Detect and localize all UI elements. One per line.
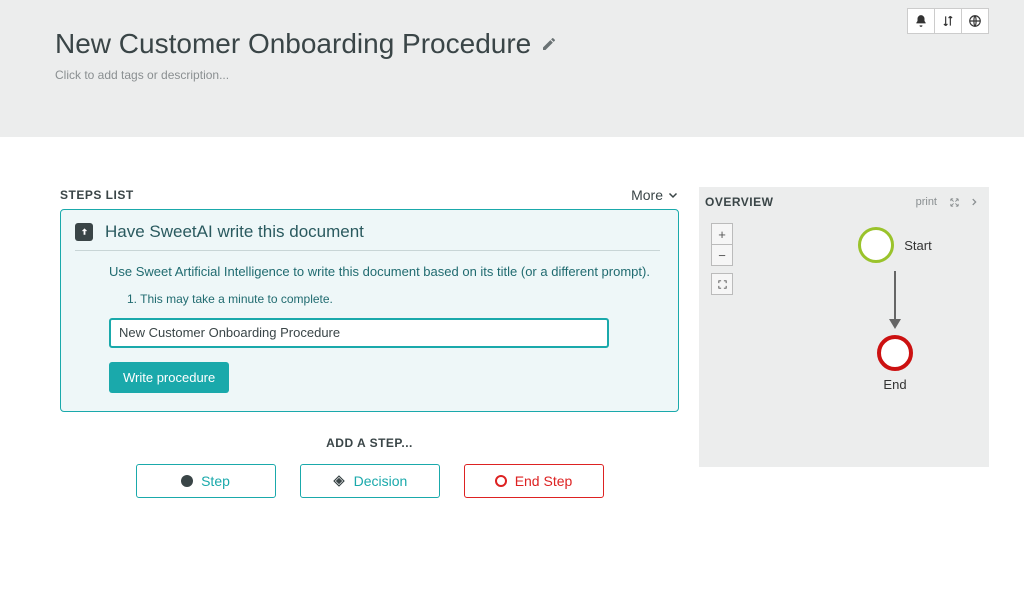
- step-icon: [181, 475, 193, 487]
- start-node-label: Start: [904, 238, 931, 253]
- more-dropdown[interactable]: More: [631, 187, 679, 203]
- notifications-button[interactable]: [907, 8, 935, 34]
- zoom-in-button[interactable]: +: [711, 223, 733, 245]
- ai-card-title: Have SweetAI write this document: [105, 222, 364, 242]
- overview-heading: OVERVIEW: [705, 195, 773, 209]
- zoom-out-button[interactable]: −: [711, 244, 733, 266]
- end-button-label: End Step: [515, 473, 573, 489]
- edit-title-button[interactable]: [541, 36, 557, 52]
- expand-icon: [949, 197, 960, 208]
- add-decision-button[interactable]: Decision: [300, 464, 440, 498]
- globe-icon: [968, 14, 982, 28]
- end-node[interactable]: [877, 335, 913, 371]
- end-node-label: End: [815, 377, 975, 392]
- add-tags-description[interactable]: Click to add tags or description...: [55, 68, 1004, 82]
- page-title: New Customer Onboarding Procedure: [55, 28, 531, 60]
- fit-icon: [717, 279, 728, 290]
- print-link[interactable]: print: [916, 196, 937, 208]
- sort-button[interactable]: [934, 8, 962, 34]
- add-step-button[interactable]: Step: [136, 464, 276, 498]
- add-end-step-button[interactable]: End Step: [464, 464, 604, 498]
- upload-icon: [75, 223, 93, 241]
- flow-arrow: [885, 271, 905, 331]
- pencil-icon: [541, 36, 557, 52]
- chevron-right-icon: [969, 197, 979, 207]
- steps-list-heading: STEPS LIST: [60, 188, 134, 202]
- decision-button-label: Decision: [354, 473, 408, 489]
- ai-card-note: 1. This may take a minute to complete.: [127, 292, 660, 306]
- overview-next-button[interactable]: [965, 193, 983, 211]
- step-button-label: Step: [201, 473, 230, 489]
- chevron-down-icon: [667, 189, 679, 201]
- fit-view-button[interactable]: [711, 273, 733, 295]
- sort-icon: [941, 14, 955, 28]
- write-procedure-button[interactable]: Write procedure: [109, 362, 229, 393]
- globe-button[interactable]: [961, 8, 989, 34]
- ai-card-description: Use Sweet Artificial Intelligence to wri…: [109, 263, 660, 282]
- ai-write-card: Have SweetAI write this document Use Swe…: [60, 209, 679, 412]
- start-node[interactable]: [858, 227, 894, 263]
- bell-icon: [914, 14, 928, 28]
- more-label: More: [631, 187, 663, 203]
- end-step-icon: [495, 475, 507, 487]
- expand-button[interactable]: [945, 193, 963, 211]
- add-step-heading: ADD A STEP...: [60, 436, 679, 450]
- ai-prompt-input[interactable]: [109, 318, 609, 348]
- flow-diagram: Start End: [815, 227, 975, 392]
- decision-icon: [332, 474, 346, 488]
